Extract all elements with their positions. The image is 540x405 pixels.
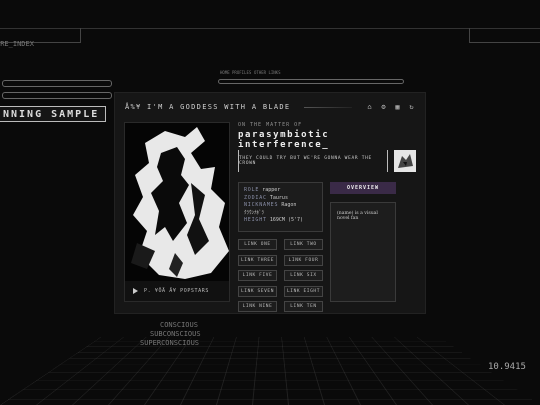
profile-pretitle: ON THE MATTER OF	[238, 122, 303, 128]
link-nine-button[interactable]: LINK NINE	[238, 301, 277, 312]
label-conscious: CONSCIOUS	[160, 321, 198, 329]
info-nicknames-alt: ｸﾗｳﾝﾅﾎﾞﾗ	[244, 209, 265, 216]
link-ten-button[interactable]: LINK TEN	[284, 301, 323, 312]
frame-corner-right	[469, 28, 540, 43]
info-nicknames: NICKNAMES Ragon	[244, 202, 297, 209]
link-three-button[interactable]: LINK THREE	[238, 254, 277, 266]
wide-bar	[218, 79, 404, 84]
info-zodiac: ZODIAC Taurus	[244, 194, 288, 201]
tab-overview[interactable]: OVERVIEW	[330, 182, 396, 194]
avatar	[394, 150, 416, 172]
profile-artwork: P. ¥ÖÄ Ä¥ POPSTARS	[124, 122, 230, 302]
running-sample-banner: NNING SAMPLE	[0, 106, 106, 122]
nav-profiles[interactable]: PROFILES	[232, 70, 251, 75]
floor-grid	[0, 336, 540, 405]
nav-other-links[interactable]: OTHER LINKS	[254, 70, 281, 75]
link-four-button[interactable]: LINK FOUR	[284, 254, 323, 266]
link-one-button[interactable]: LINK ONE	[238, 239, 277, 250]
link-eight-button[interactable]: LINK EIGHT	[284, 285, 323, 297]
label-subconscious: SUBCONSCIOUS	[150, 330, 201, 338]
link-two-button[interactable]: LINK TWO	[284, 239, 323, 250]
index-label: ORE_INDEX	[0, 40, 34, 48]
links-grid: LINK ONE LINK TWO LINK THREE LINK FOUR L…	[238, 239, 323, 312]
counter-readout: 10.9415	[488, 362, 526, 372]
top-divider	[0, 28, 540, 29]
link-seven-button[interactable]: LINK SEVEN	[238, 285, 277, 297]
profile-name: parasymbiotic interference_	[238, 130, 330, 150]
song-title: P. ¥ÖÄ Ä¥ POPSTARS	[144, 288, 209, 294]
info-height: HEIGHT 169CM (5'7)	[244, 217, 304, 224]
overview-text: (name) is a visual novel fan	[337, 211, 378, 221]
quote-box: THEY COULD TRY BUT WE'RE GONNA WEAR THE …	[238, 150, 388, 172]
character-image	[125, 123, 229, 283]
overview-box: (name) is a visual novel fan	[330, 202, 396, 302]
info-box: ROLE rapper ZODIAC Taurus NICKNAMES Rago…	[238, 182, 323, 232]
progress-bar-2	[2, 92, 112, 99]
link-six-button[interactable]: LINK SIX	[284, 270, 323, 281]
label-superconscious: SUPERCONSCIOUS	[140, 339, 200, 347]
link-five-button[interactable]: LINK FIVE	[238, 270, 277, 281]
play-icon[interactable]	[133, 288, 138, 294]
nav-home[interactable]: HOME	[220, 70, 230, 75]
music-player: P. ¥ÖÄ Ä¥ POPSTARS	[125, 281, 229, 301]
info-role: ROLE rapper	[244, 187, 281, 193]
progress-bar	[2, 80, 112, 87]
quote-text: THEY COULD TRY BUT WE'RE GONNA WEAR THE …	[239, 156, 372, 166]
avatar-image	[394, 150, 416, 172]
